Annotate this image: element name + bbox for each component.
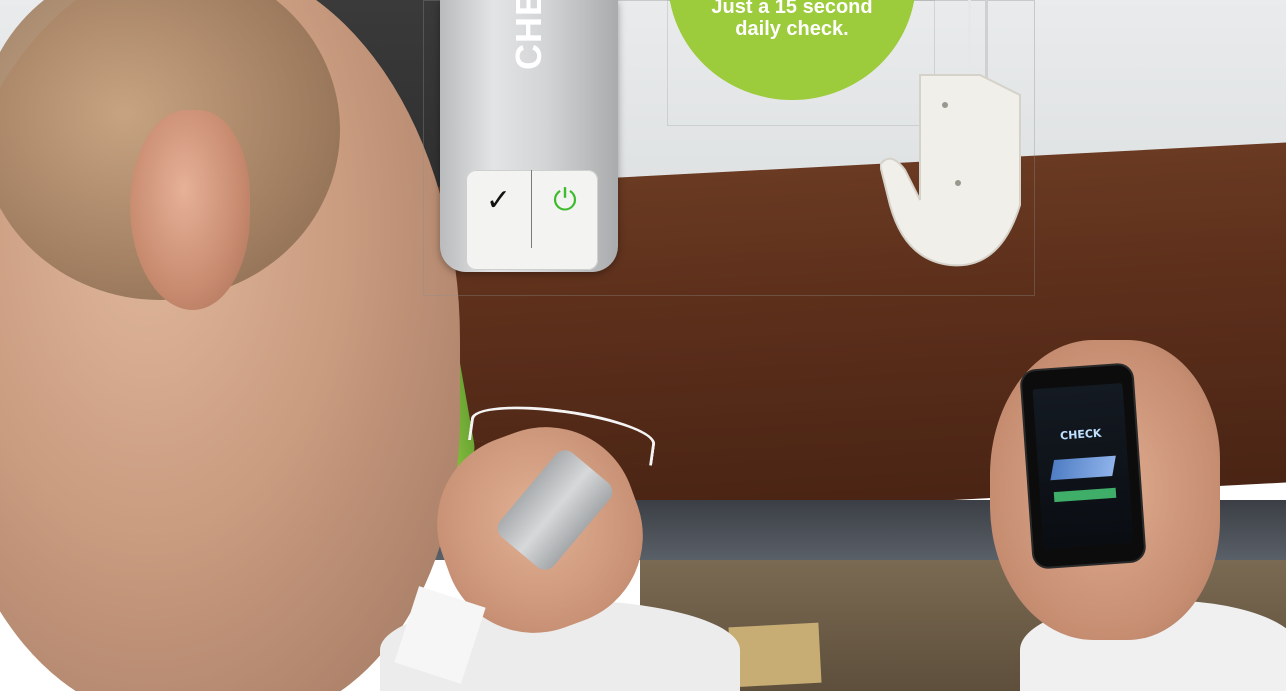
power-icon: ⏻ — [553, 182, 577, 218]
phone-green-bar — [1053, 487, 1117, 503]
finger-clip — [880, 74, 1021, 267]
phone-app-title: CHECK — [1059, 426, 1102, 443]
smartphone: CHECK — [1021, 364, 1145, 568]
card-on-floor — [728, 622, 822, 688]
callout-text: Just a 15 second daily check. — [668, 0, 916, 40]
sensor-device-closeup: CHE ✓ ⏻ — [440, 0, 618, 272]
product-photo: CHECK CHE ✓ ⏻ Just a 15 second daily che… — [0, 0, 1286, 691]
sensor-button-panel: ✓ ⏻ — [466, 170, 598, 270]
power-button[interactable]: ⏻ — [532, 170, 598, 230]
phone-blue-bar — [1050, 455, 1116, 481]
callout-line-2: daily check. — [735, 18, 849, 40]
callout-line-1: Just a 15 second — [711, 0, 873, 18]
sensor-brand-text: CHE — [508, 0, 549, 70]
person-ear — [130, 110, 250, 310]
check-button[interactable]: ✓ — [466, 170, 531, 230]
checkmark-icon: ✓ — [485, 182, 512, 218]
phone-screen: CHECK — [1032, 383, 1134, 549]
